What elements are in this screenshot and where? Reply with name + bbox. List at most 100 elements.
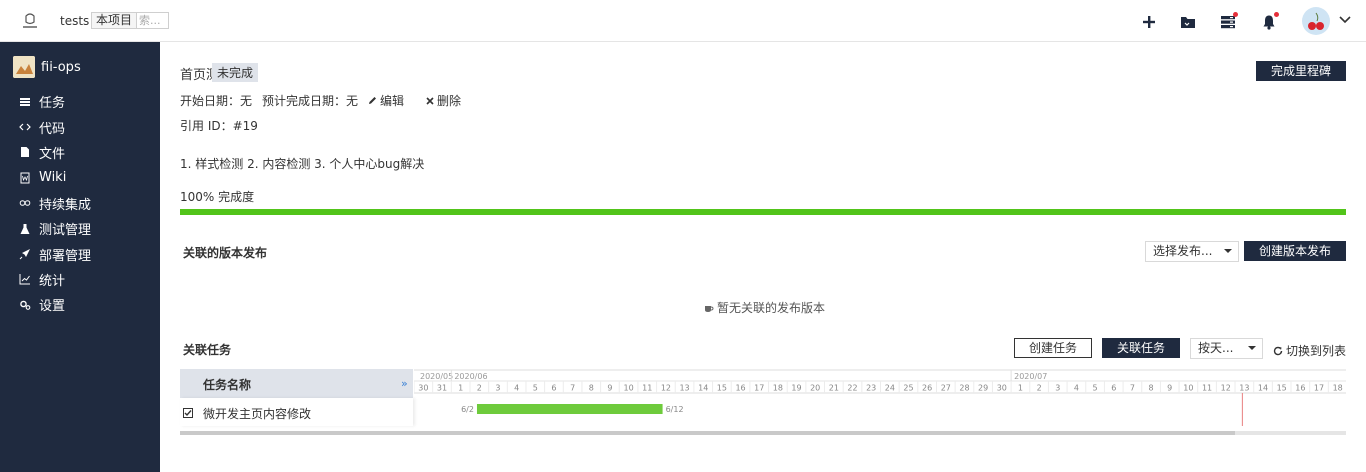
refresh-icon [1273, 346, 1283, 355]
sidebar-item-label: 持续集成 [39, 197, 92, 213]
table-row[interactable]: 微开发主页内容修改 [180, 398, 413, 426]
search-scope[interactable]: 本项目 索... [91, 12, 170, 29]
edit-button[interactable]: 编辑 [368, 92, 414, 109]
project-name[interactable]: tests [60, 14, 89, 28]
scale-select[interactable]: 按天... [1190, 338, 1263, 359]
notification-dot [1233, 12, 1238, 17]
notification-dot [1274, 12, 1279, 17]
search-input[interactable]: 索... [136, 13, 168, 28]
gantt-day-label: 23 [866, 384, 876, 393]
gantt-day-label: 24 [885, 384, 895, 393]
switch-to-list-button[interactable]: 切换到列表 [1273, 342, 1346, 359]
code-icon [19, 123, 31, 131]
release-select-value: 选择发布... [1153, 244, 1213, 258]
gantt-day-label: 1 [1018, 384, 1023, 393]
create-task-button[interactable]: 创建任务 [1014, 338, 1092, 358]
milestone-dates: 开始日期：无 预计完成日期：无 编辑 删除 [180, 92, 483, 109]
scope-label[interactable]: 本项目 [92, 13, 137, 28]
caret-down-icon [1248, 346, 1256, 350]
pencil-icon [369, 97, 377, 104]
gantt-day-label: 10 [1183, 384, 1193, 393]
gantt-day-label: 30 [997, 384, 1007, 393]
complete-milestone-button[interactable]: 完成里程碑 [1256, 61, 1346, 81]
gantt-day-label: 4 [1074, 384, 1079, 393]
gantt-day-label: 6 [551, 384, 556, 393]
progress-bar [180, 209, 1346, 215]
link-task-button[interactable]: 关联任务 [1102, 338, 1180, 358]
gantt-day-label: 21 [829, 384, 839, 393]
gantt-month-label: 2020/06 [454, 372, 487, 381]
scale-select-value: 按天... [1198, 341, 1234, 355]
gantt-day-label: 4 [514, 384, 519, 393]
folder-icon[interactable] [1180, 14, 1196, 30]
empty-text: 暂无关联的发布版本 [717, 301, 826, 315]
gantt-day-label: 14 [698, 384, 708, 393]
sidebar-item-settings[interactable]: 设置 [0, 292, 160, 317]
sidebar-item-label: 代码 [39, 121, 66, 137]
cup-icon [705, 305, 714, 312]
gantt-day-label: 8 [1149, 384, 1154, 393]
gantt-day-label: 18 [1333, 384, 1343, 393]
sidebar-item-ci[interactable]: 持续集成 [0, 191, 160, 216]
chevron-down-icon[interactable] [1339, 15, 1351, 25]
task-checkbox[interactable] [183, 408, 193, 418]
gantt-day-label: 15 [717, 384, 727, 393]
gantt-day-label: 29 [978, 384, 988, 393]
sidebar-item-label: 文件 [39, 146, 66, 162]
gantt-day-label: 19 [791, 384, 801, 393]
gantt-day-label: 15 [1277, 384, 1287, 393]
status-badge: 未完成 [212, 63, 259, 82]
main-content: 首页测试 未完成 完成里程碑 开始日期：无 预计完成日期：无 编辑 删除 引用 … [160, 42, 1366, 472]
release-select[interactable]: 选择发布... [1145, 241, 1239, 262]
gantt-day-label: 28 [959, 384, 969, 393]
infinity-icon [19, 200, 31, 207]
org-logo [13, 56, 35, 78]
gantt-day-label: 30 [418, 384, 428, 393]
gear-icon [20, 300, 31, 310]
gantt-task-bar [476, 404, 663, 414]
gantt-day-label: 20 [810, 384, 820, 393]
gantt-day-label: 2 [477, 384, 482, 393]
sidebar-item-wiki[interactable]: Wiki [0, 165, 160, 190]
gantt-day-label: 26 [922, 384, 932, 393]
gantt-day-label: 16 [1295, 384, 1305, 393]
gantt-day-label: 10 [623, 384, 633, 393]
sidebar-item-code[interactable]: 代码 [0, 114, 160, 139]
switch-label: 切换到列表 [1286, 344, 1347, 358]
gantt-day-label: 12 [661, 384, 671, 393]
delete-label: 删除 [437, 94, 462, 108]
releases-title: 关联的版本发布 [183, 246, 268, 260]
milestone-description: 1. 样式检测 2. 内容检测 3. 个人中心bug解决 [180, 157, 425, 171]
sidebar-item-testing[interactable]: 测试管理 [0, 216, 160, 241]
gantt-month-label: 2020/07 [1014, 372, 1047, 381]
gantt-day-label: 5 [533, 384, 538, 393]
sidebar-item-files[interactable]: 文件 [0, 140, 160, 165]
gantt-day-label: 3 [1055, 384, 1060, 393]
progress-fill [180, 209, 1346, 215]
delete-button[interactable]: 删除 [426, 92, 471, 109]
gantt-day-label: 27 [941, 384, 951, 393]
org-switcher[interactable]: fii-ops [13, 56, 81, 78]
sidebar-item-label: 统计 [39, 273, 66, 289]
sidebar-item-tasks[interactable]: 任务 [0, 89, 160, 114]
create-release-button[interactable]: 创建版本发布 [1244, 241, 1346, 261]
scrollbar-thumb[interactable] [180, 431, 1235, 435]
sidebar-item-deploy[interactable]: 部署管理 [0, 241, 160, 266]
task-name[interactable]: 微开发主页内容修改 [203, 405, 311, 422]
gantt-day-label: 17 [754, 384, 764, 393]
gantt-timeline: 2020/05 2020/06 2020/07 30 31 1 2 3 4 5 6 7 8 9 10 11 12… [414, 369, 1346, 426]
tasks-title: 关联任务 [183, 343, 232, 357]
edit-label: 编辑 [380, 94, 405, 108]
app-logo[interactable] [20, 12, 40, 30]
start-date: 开始日期：无 [180, 94, 253, 108]
reference-id: 引用 ID：#19 [180, 119, 258, 133]
notifications-button[interactable] [1261, 12, 1279, 30]
sidebar-item-stats[interactable]: 统计 [0, 267, 160, 292]
expand-icon[interactable]: » [401, 377, 408, 390]
horizontal-scrollbar[interactable] [180, 431, 1346, 435]
server-button[interactable] [1220, 12, 1238, 30]
rocket-icon [19, 249, 30, 260]
plus-icon[interactable] [1141, 14, 1157, 30]
task-name-column: 任务名称 [203, 378, 252, 392]
avatar[interactable] [1302, 7, 1330, 35]
